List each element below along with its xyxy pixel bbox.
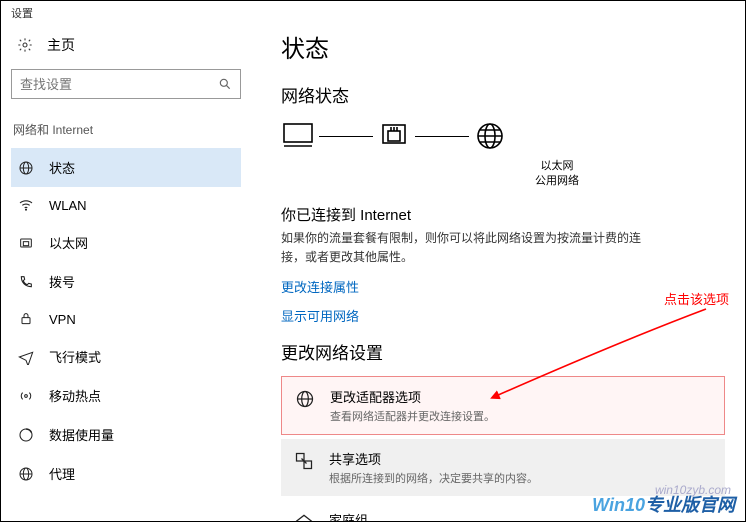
sidebar-item-label: 飞行模式: [49, 347, 101, 366]
pc-icon: [281, 119, 315, 153]
sidebar: 主页 网络和 Internet 状态 WLAN 以太网: [1, 27, 251, 521]
sidebar-section-label: 网络和 Internet: [11, 117, 241, 148]
gear-icon: [17, 37, 33, 53]
globe-node-icon: [473, 119, 507, 153]
wifi-icon: [17, 197, 35, 213]
row-title: 共享选项: [329, 449, 538, 468]
sidebar-item-label: WLAN: [49, 198, 87, 213]
airplane-icon: [17, 349, 35, 365]
connected-headline: 你已连接到 Internet: [281, 204, 641, 225]
main-panel: 状态 网络状态 以太网 公用网络 你已连接到 Internet 如果你的流量套餐…: [251, 27, 745, 521]
sidebar-item-ethernet[interactable]: 以太网: [11, 223, 241, 262]
sharing-icon: [293, 449, 315, 471]
sidebar-item-label: 数据使用量: [49, 425, 114, 444]
sidebar-item-label: VPN: [49, 312, 76, 327]
sidebar-item-wlan[interactable]: WLAN: [11, 187, 241, 223]
diagram-labels: 以太网 公用网络: [389, 159, 725, 190]
sidebar-item-label: 以太网: [49, 233, 88, 252]
row-desc: 根据所连接到的网络，决定要共享的内容。: [329, 470, 538, 486]
window-title: 设置: [1, 1, 745, 27]
page-title: 状态: [281, 29, 725, 64]
row-adapter-options[interactable]: 更改适配器选项 查看网络适配器并更改连接设置。: [281, 376, 725, 435]
sidebar-item-airplane[interactable]: 飞行模式: [11, 337, 241, 376]
home-label: 主页: [47, 35, 75, 55]
data-usage-icon: [17, 427, 35, 443]
link-show-available-networks[interactable]: 显示可用网络: [281, 306, 725, 325]
ethernet-icon: [17, 235, 35, 251]
sidebar-item-label: 移动热点: [49, 386, 101, 405]
change-network-settings-heading: 更改网络设置: [281, 339, 725, 364]
sidebar-item-status[interactable]: 状态: [11, 148, 241, 187]
sidebar-item-hotspot[interactable]: 移动热点: [11, 376, 241, 415]
search-field[interactable]: [20, 77, 218, 92]
network-diagram: [281, 119, 725, 153]
sidebar-item-vpn[interactable]: VPN: [11, 301, 241, 337]
sidebar-item-proxy[interactable]: 代理: [11, 454, 241, 493]
proxy-icon: [17, 466, 35, 482]
sidebar-item-label: 代理: [49, 464, 75, 483]
annotation-text: 点击该选项: [664, 289, 729, 308]
search-input[interactable]: [11, 69, 241, 99]
home-icon: [293, 510, 315, 521]
globe-icon: [17, 160, 35, 176]
ethernet-node-icon: [377, 119, 411, 153]
hotspot-icon: [17, 388, 35, 404]
row-title: 家庭组: [329, 510, 368, 521]
connected-desc: 如果你的流量套餐有限制，则你可以将此网络设置为按流量计费的连接，或者更改其他属性…: [281, 229, 641, 267]
vpn-icon: [17, 311, 35, 327]
phone-icon: [17, 274, 35, 290]
sidebar-item-dialup[interactable]: 拨号: [11, 262, 241, 301]
sidebar-item-label: 拨号: [49, 272, 75, 291]
globe-icon: [294, 387, 316, 409]
sidebar-item-data-usage[interactable]: 数据使用量: [11, 415, 241, 454]
home-button[interactable]: 主页: [11, 27, 241, 69]
search-icon: [218, 77, 232, 91]
row-title: 更改适配器选项: [330, 387, 495, 406]
row-desc: 查看网络适配器并更改连接设置。: [330, 408, 495, 424]
sidebar-item-label: 状态: [49, 158, 75, 177]
watermark-brand: Win10专业版官网: [592, 491, 735, 517]
link-change-connection-properties[interactable]: 更改连接属性: [281, 277, 725, 296]
network-status-heading: 网络状态: [281, 82, 725, 107]
